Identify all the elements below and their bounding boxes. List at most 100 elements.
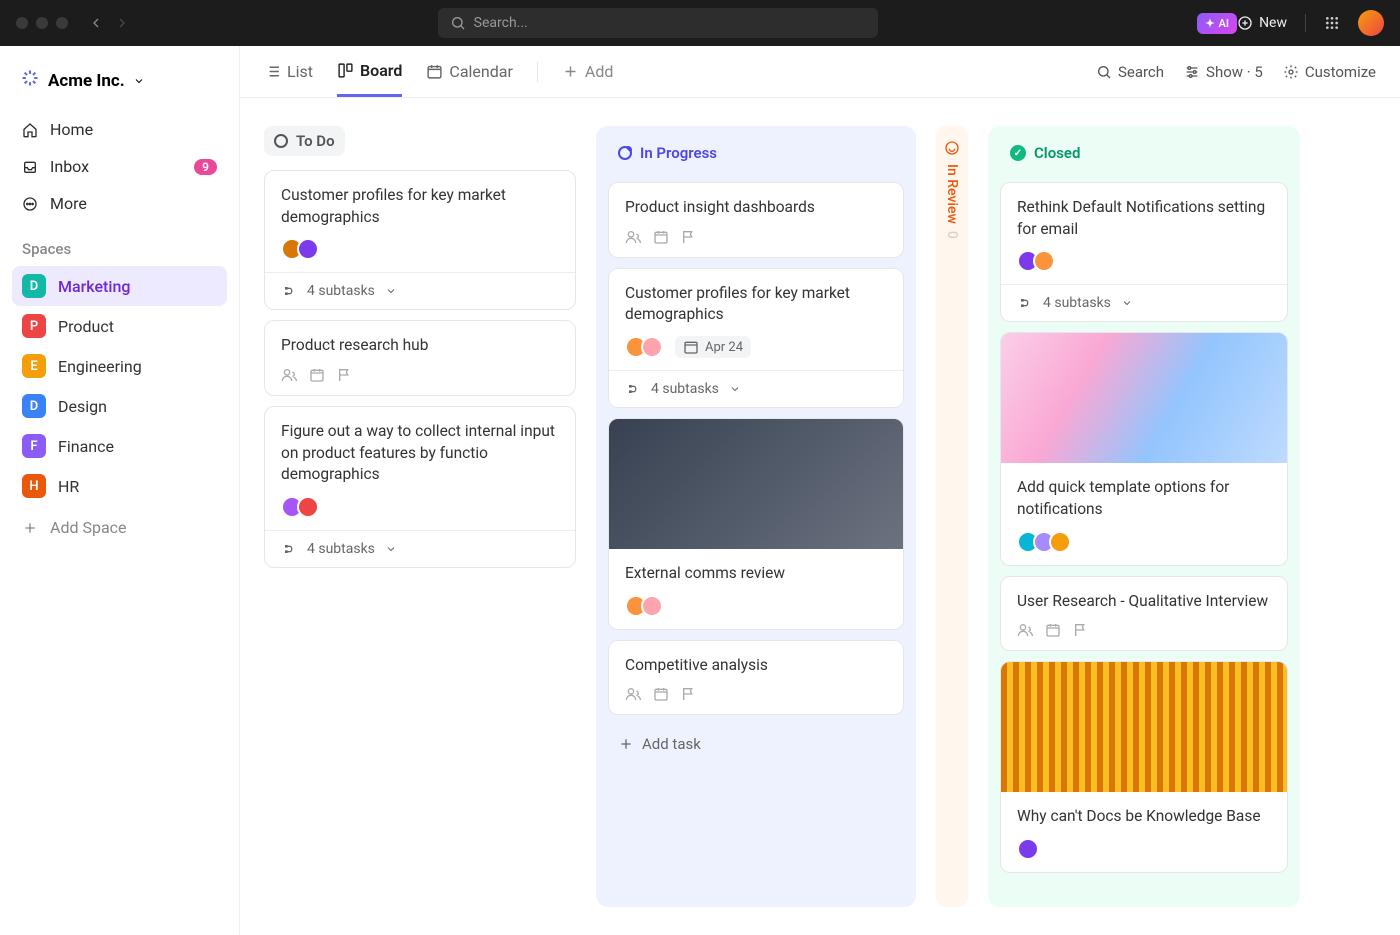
subtask-icon <box>1017 295 1033 311</box>
apps-grid-icon[interactable] <box>1324 15 1340 31</box>
assignees[interactable] <box>281 496 319 518</box>
tab-board[interactable]: Board <box>337 46 402 97</box>
task-card[interactable]: Product insight dashboards <box>608 182 904 258</box>
column-header-todo[interactable]: To Do <box>264 126 345 156</box>
column-todo: To Do Customer profiles for key market d… <box>264 126 576 907</box>
chevron-down-icon <box>385 285 397 297</box>
assignees[interactable] <box>1017 838 1039 860</box>
flag-icon[interactable] <box>1073 622 1089 638</box>
flag-icon[interactable] <box>681 686 697 702</box>
new-button[interactable]: New <box>1237 15 1287 31</box>
flag-icon[interactable] <box>681 229 697 245</box>
sidebar-space-product[interactable]: PProduct <box>12 306 227 346</box>
search-button[interactable]: Search <box>1096 63 1164 81</box>
card-title: Add quick template options for notificat… <box>1017 477 1271 520</box>
task-card[interactable]: Product research hub <box>264 320 576 396</box>
sliders-icon <box>1184 64 1200 80</box>
customize-button[interactable]: Customize <box>1283 63 1376 81</box>
search-icon <box>450 15 466 31</box>
assignee-icon[interactable] <box>625 686 641 702</box>
date-icon[interactable] <box>1045 622 1061 638</box>
subtasks-toggle[interactable]: 4 subtasks <box>1001 284 1287 321</box>
status-open-icon <box>274 134 288 148</box>
due-date[interactable]: Apr 24 <box>675 336 751 358</box>
assignees[interactable] <box>281 238 319 260</box>
date-icon[interactable] <box>653 229 669 245</box>
task-card[interactable]: Figure out a way to collect internal inp… <box>264 406 576 568</box>
show-button[interactable]: Show · 5 <box>1184 63 1263 81</box>
gear-icon <box>1283 64 1299 80</box>
assignees[interactable] <box>1017 250 1055 272</box>
more-icon <box>22 196 38 212</box>
status-review-icon <box>944 140 960 156</box>
task-card[interactable]: External comms review <box>608 418 904 630</box>
sidebar-space-marketing[interactable]: DMarketing <box>12 266 227 306</box>
task-card[interactable]: Competitive analysis <box>608 640 904 716</box>
assignees[interactable] <box>1017 531 1071 553</box>
assignees[interactable] <box>625 595 663 617</box>
task-card[interactable]: Why can't Docs be Knowledge Base <box>1000 661 1288 873</box>
column-inprogress: In Progress Product insight dashboards C… <box>596 126 916 907</box>
add-view-button[interactable]: Add <box>562 46 613 97</box>
column-header-inprogress[interactable]: In Progress <box>608 138 727 168</box>
sidebar-item-more[interactable]: More <box>12 185 227 222</box>
plus-icon <box>22 520 38 536</box>
subtask-icon <box>281 283 297 299</box>
status-inprogress-icon <box>618 146 632 160</box>
card-title: User Research - Qualitative Interview <box>1017 591 1271 613</box>
task-card[interactable]: Customer profiles for key market demogra… <box>264 170 576 310</box>
sidebar-space-engineering[interactable]: EEngineering <box>12 346 227 386</box>
avatar <box>297 238 319 260</box>
task-card[interactable]: User Research - Qualitative Interview <box>1000 576 1288 652</box>
subtasks-toggle[interactable]: 4 subtasks <box>265 530 575 567</box>
add-task-button[interactable]: Add task <box>608 725 904 763</box>
assignee-icon[interactable] <box>1017 622 1033 638</box>
window-controls <box>16 17 68 29</box>
task-card[interactable]: Customer profiles for key market demogra… <box>608 268 904 408</box>
workspace-switcher[interactable]: Acme Inc. <box>12 60 227 101</box>
assignees[interactable] <box>625 336 663 358</box>
sidebar-item-inbox[interactable]: Inbox 9 <box>12 148 227 185</box>
avatar <box>1049 531 1071 553</box>
nav-back-icon[interactable] <box>88 15 104 31</box>
column-header-closed[interactable]: ✓ Closed <box>1000 138 1090 168</box>
column-inreview-collapsed[interactable]: In Review 0 <box>936 126 968 907</box>
task-card[interactable]: Rethink Default Notifications setting fo… <box>1000 182 1288 322</box>
flag-icon[interactable] <box>337 367 353 383</box>
subtasks-toggle[interactable]: 4 subtasks <box>609 370 903 407</box>
sidebar-space-design[interactable]: DDesign <box>12 386 227 426</box>
tab-calendar[interactable]: Calendar <box>426 46 512 97</box>
home-icon <box>22 122 38 138</box>
date-icon[interactable] <box>653 686 669 702</box>
subtask-icon <box>625 381 641 397</box>
tab-list[interactable]: List <box>264 46 313 97</box>
avatar <box>1017 838 1039 860</box>
chevron-down-icon <box>385 543 397 555</box>
sidebar-space-finance[interactable]: FFinance <box>12 426 227 466</box>
date-icon[interactable] <box>309 367 325 383</box>
workspace-logo-icon <box>20 68 40 93</box>
search-placeholder: Search... <box>474 15 528 31</box>
task-card[interactable]: Add quick template options for notificat… <box>1000 332 1288 565</box>
assignee-icon[interactable] <box>625 229 641 245</box>
ai-button[interactable]: ✦ AI <box>1197 13 1237 34</box>
add-space-button[interactable]: Add Space <box>12 506 227 549</box>
avatar <box>641 336 663 358</box>
card-title: Competitive analysis <box>625 655 887 677</box>
assignee-icon[interactable] <box>281 367 297 383</box>
user-avatar[interactable] <box>1358 10 1384 36</box>
card-cover-image <box>1001 662 1287 792</box>
sidebar-item-home[interactable]: Home <box>12 111 227 148</box>
space-icon: E <box>22 354 46 378</box>
space-icon: H <box>22 474 46 498</box>
inbox-icon <box>22 159 38 175</box>
search-input[interactable]: Search... <box>438 8 878 38</box>
plus-circle-icon <box>1237 15 1253 31</box>
subtasks-toggle[interactable]: 4 subtasks <box>265 272 575 309</box>
plus-icon <box>618 736 634 752</box>
topbar: Search... ✦ AI New <box>0 0 1400 46</box>
card-cover-image <box>1001 333 1287 463</box>
nav-forward-icon[interactable] <box>114 15 130 31</box>
view-tabs: List Board Calendar Add Search <box>240 46 1400 98</box>
sidebar-space-hr[interactable]: HHR <box>12 466 227 506</box>
